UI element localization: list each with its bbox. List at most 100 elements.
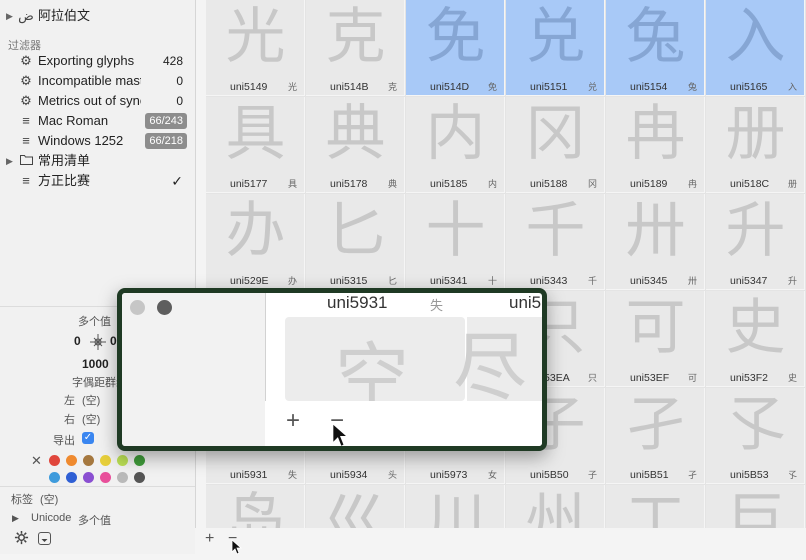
glyph-cell[interactable]: 史 uni53F2 史 [706,291,805,387]
glyph-preview: 办 [225,196,286,266]
gear-icon[interactable] [14,530,29,550]
left-metric-value[interactable]: 0 [74,334,81,348]
color-swatch[interactable] [100,455,111,466]
sidebar-item-arabic[interactable]: ▶ ض 阿拉伯文 [0,6,195,26]
disclosure-triangle-icon[interactable]: ▶ [6,6,13,26]
glyph-name: uni53F2 [730,372,768,384]
color-swatch[interactable] [83,455,94,466]
glyph-cell[interactable]: 川 [406,485,505,528]
sidebar-filter-2[interactable]: ⚙ Metrics out of sync 0 [0,91,195,111]
color-swatch[interactable] [66,472,77,483]
sidebar-filter-4[interactable]: ≡ Windows 1252 66/218 [0,131,195,151]
metrics-link-icon[interactable] [88,332,108,357]
glyph-name: uni5341 [430,275,468,287]
color-swatch[interactable] [49,455,60,466]
glyph-cell[interactable]: 兔 uni5154 兔 [606,0,705,96]
glyph-cell-preview[interactable]: 空 [285,317,465,415]
glyph-name: uni5178 [330,178,368,190]
glyph-preview: 州 [525,487,586,528]
glyph-char-label: 子 [587,470,597,480]
glyph-cell[interactable]: 岛 [206,485,305,528]
add-button[interactable]: + [286,407,300,435]
color-swatch[interactable] [117,472,128,483]
width-value[interactable]: 1000 [82,357,109,371]
sidebar-filter-0[interactable]: ⚙ Exporting glyphs 428 [0,51,195,71]
add-button[interactable]: + [205,530,214,548]
glyph-cell[interactable]: 工 [606,485,705,528]
glyph-cell[interactable]: 升 uni5347 升 [706,194,805,290]
glyph-char-label: 内 [487,179,497,189]
floating-window: uni5931 失 uni5 空 尽 + − [117,288,547,451]
color-swatch[interactable] [117,455,128,466]
glyph-cell[interactable]: 兑 uni5151 兑 [506,0,605,96]
sidebar-item-founder-contest[interactable]: ≡ 方正比赛 ✓ [0,171,195,191]
glyph-cell[interactable]: 巨 [706,485,805,528]
glyph-preview: 工 [625,487,686,528]
dropdown-menu-icon[interactable] [38,532,51,545]
glyph-cell[interactable]: 冉 uni5189 冉 [606,97,705,193]
export-checkbox[interactable]: ✓ [82,432,94,444]
glyph-char-label: 只 [587,373,597,383]
sidebar-filter-1[interactable]: ⚙ Incompatible maste… 0 [0,71,195,91]
glyph-cell[interactable]: 克 uni514B 克 [306,0,405,96]
glyph-cell[interactable]: 册 uni518C 册 [706,97,805,193]
glyph-cell[interactable]: 办 uni529E 办 [206,194,305,290]
glyph-cell[interactable]: 孑 uni5B51 孑 [606,388,705,484]
color-swatch[interactable] [134,472,145,483]
glyph-preview: 具 [225,99,286,169]
color-swatch[interactable] [100,472,111,483]
left-group-field[interactable]: (空) [82,392,100,408]
glyph-cell-preview[interactable]: 尽 [453,317,542,405]
glyph-cell[interactable]: 光 uni5149 光 [206,0,305,96]
color-swatch[interactable] [49,472,60,483]
glyph-cell[interactable]: 可 uni53EF 可 [606,291,705,387]
glyph-char-label: 兔 [687,82,697,92]
glyph-preview: 卅 [625,196,686,266]
glyph-cell[interactable]: 入 uni5165 入 [706,0,805,96]
clear-color-icon[interactable]: ✕ [31,453,42,469]
color-swatch[interactable] [134,455,145,466]
disclosure-triangle-icon[interactable]: ▶ [12,513,19,524]
color-swatch[interactable] [66,455,77,466]
unicode-label: Unicode [31,512,72,524]
glyph-cell[interactable]: 冈 uni5188 冈 [506,97,605,193]
sidebar-filter-3[interactable]: ≡ Mac Roman 66/243 [0,111,195,131]
disclosure-triangle-icon[interactable]: ▶ [6,151,13,171]
glyph-cell[interactable]: 千 uni5343 千 [506,194,605,290]
glyph-cell[interactable]: 卅 uni5345 卅 [606,194,705,290]
sidebar-item-label: Windows 1252 [38,133,124,148]
glyph-cell[interactable]: 巛 [306,485,405,528]
glyph-cell[interactable]: 十 uni5341 十 [406,194,505,290]
glyph-cell[interactable]: 匕 uni5315 匕 [306,194,405,290]
glyph-preview: 免 [425,2,486,72]
glyph-cell[interactable]: 州 [506,485,605,528]
arabic-letter-icon: ض [18,8,34,23]
sidebar-item-common-lists[interactable]: ▶ 常用清单 [0,151,195,171]
glyph-cell[interactable]: 具 uni5177 具 [206,97,305,193]
glyph-name: uni5165 [730,81,768,93]
list-icon: ≡ [22,173,30,188]
count-badge: 66/243 [145,113,187,129]
glyph-cell[interactable]: 典 uni5178 典 [306,97,405,193]
color-swatch[interactable] [83,472,94,483]
glyph-char-label: 孑 [687,470,697,480]
glyph-char-label: 可 [687,373,697,383]
tags-field[interactable]: (空) [40,491,58,507]
glyph-preview: 孓 [725,390,786,460]
gear-icon: ⚙ [20,93,32,108]
window-minimize-button[interactable] [157,300,172,315]
glyph-name: uni5188 [530,178,568,190]
glyph-char-label: 升 [787,276,797,286]
glyph-preview: 册 [725,99,786,169]
right-metric-value[interactable]: 0 [110,334,117,348]
count-label: 428 [162,54,183,68]
glyph-name: uni5347 [730,275,768,287]
right-group-field[interactable]: (空) [82,411,100,427]
glyph-name: uni5973 [430,469,468,481]
glyph-cell[interactable]: 内 uni5185 内 [406,97,505,193]
export-label: 导出 [53,435,75,447]
window-close-button[interactable] [130,300,145,315]
glyph-preview: 典 [325,99,386,169]
glyph-cell[interactable]: 孓 uni5B53 孓 [706,388,805,484]
glyph-cell[interactable]: 免 uni514D 免 [406,0,505,96]
